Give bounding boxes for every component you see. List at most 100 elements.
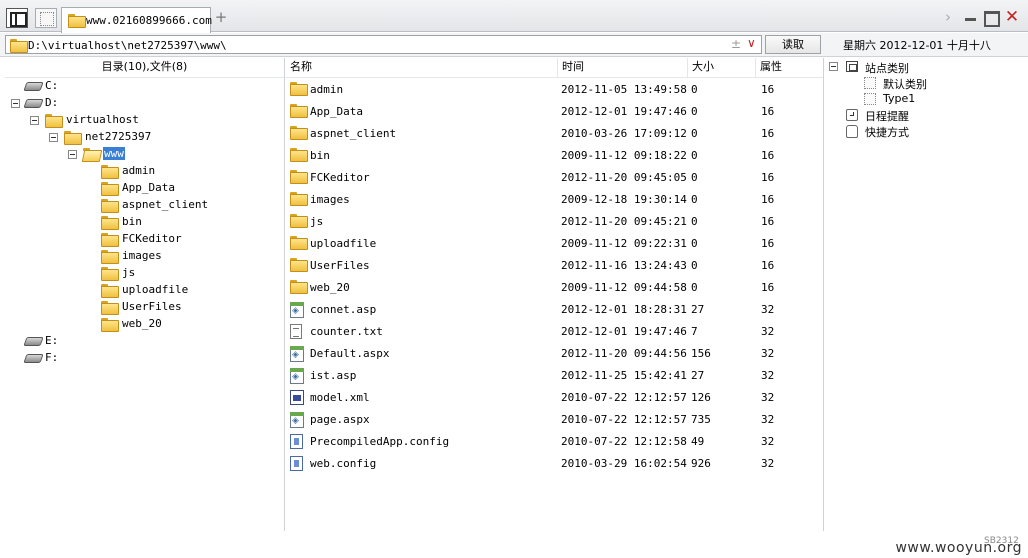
file-name: images	[310, 193, 350, 206]
sidebar-item[interactable]: 日程提醒	[825, 107, 1028, 123]
sidebar-item[interactable]: 默认类别	[825, 75, 1028, 91]
collapse-icon[interactable]	[49, 133, 58, 142]
table-row[interactable]: page.aspx 2010-07-22 12:12:57 735 32	[286, 408, 823, 430]
table-row[interactable]: images 2009-12-18 19:30:14 0 16	[286, 188, 823, 210]
tree-item[interactable]: uploadfile	[5, 282, 285, 299]
tree-item[interactable]: bin	[5, 214, 285, 231]
column-header-name[interactable]: 名称	[286, 58, 558, 78]
file-time: 2009-11-12 09:44:58	[561, 281, 687, 294]
panel-toggle-button[interactable]	[6, 8, 28, 28]
collapse-icon[interactable]	[829, 62, 838, 71]
column-header-time[interactable]: 时间	[558, 58, 688, 78]
file-name: web.config	[310, 457, 377, 470]
close-icon[interactable]: ✕	[1004, 9, 1020, 26]
sidebar-item[interactable]: 站点类别	[825, 59, 1028, 75]
table-row[interactable]: ist.asp 2012-11-25 15:42:41 27 32	[286, 364, 823, 386]
collapse-icon[interactable]	[11, 99, 20, 108]
tree-item-label: App_Data	[122, 181, 175, 194]
maximize-button[interactable]	[983, 9, 1000, 27]
file-size: 7	[691, 325, 698, 338]
blank-tab-icon[interactable]	[35, 8, 57, 28]
tree-item[interactable]: FCKeditor	[5, 231, 285, 248]
table-row[interactable]: uploadfile 2009-11-12 09:22:31 0 16	[286, 232, 823, 254]
asp-file-icon	[290, 412, 304, 428]
directory-pane: 目录(10),文件(8) C: D: virtualhost net2725397 ww…	[5, 58, 285, 531]
table-row[interactable]: FCKeditor 2012-11-20 09:45:05 0 16	[286, 166, 823, 188]
file-time: 2012-11-20 09:45:05	[561, 171, 687, 184]
folder-icon	[45, 114, 63, 128]
new-tab-button[interactable]: +	[214, 10, 228, 25]
file-attr: 16	[761, 193, 775, 206]
table-row[interactable]: aspnet_client 2010-03-26 17:09:12 0 16	[286, 122, 823, 144]
chevron-right-icon[interactable]: ›	[940, 9, 956, 25]
table-row[interactable]: js 2012-11-20 09:45:21 0 16	[286, 210, 823, 232]
tree-item[interactable]: F:	[5, 350, 285, 367]
file-size: 49	[691, 435, 705, 448]
sidebar-item-label: 日程提醒	[865, 110, 909, 123]
table-row[interactable]: web.config 2010-03-29 16:02:54 926 32	[286, 452, 823, 474]
table-row[interactable]: admin 2012-11-05 13:49:58 0 16	[286, 78, 823, 100]
tree-item[interactable]: D:	[5, 95, 285, 112]
file-size: 0	[691, 215, 698, 228]
tree-item[interactable]: images	[5, 248, 285, 265]
tree-item[interactable]: virtualhost	[5, 112, 285, 129]
asp-file-icon	[290, 302, 304, 318]
file-attr: 32	[761, 303, 775, 316]
tree-item-label: bin	[122, 215, 142, 228]
file-attr: 16	[761, 105, 775, 118]
collapse-icon[interactable]	[30, 116, 39, 125]
file-time: 2012-11-25 15:42:41	[561, 369, 687, 382]
plus-minus-icon[interactable]: ±	[731, 37, 741, 51]
tree-item[interactable]: App_Data	[5, 180, 285, 197]
watermark: www.wooyun.org	[895, 540, 1022, 556]
file-time: 2012-12-01 19:47:46	[561, 325, 687, 338]
file-name: UserFiles	[310, 259, 370, 272]
table-row[interactable]: App_Data 2012-12-01 19:47:46 0 16	[286, 100, 823, 122]
file-name: js	[310, 215, 324, 228]
collapse-icon[interactable]	[68, 150, 77, 159]
calendar-icon	[846, 109, 858, 121]
file-size: 0	[691, 127, 698, 140]
tree-item[interactable]: www	[5, 146, 285, 163]
sidebar-item[interactable]: Type1	[825, 91, 1028, 107]
tab-active[interactable]: www.02160899666.com	[61, 7, 212, 33]
file-name: uploadfile	[310, 237, 377, 250]
table-row[interactable]: PrecompiledApp.config 2010-07-22 12:12:58…	[286, 430, 823, 452]
column-header-attr[interactable]: 属性	[756, 58, 824, 78]
table-row[interactable]: web_20 2009-11-12 09:44:58 0 16	[286, 276, 823, 298]
config-file-icon	[290, 456, 303, 471]
folder-icon	[290, 280, 308, 294]
table-row[interactable]: UserFiles 2012-11-16 13:24:43 0 16	[286, 254, 823, 276]
file-size: 926	[691, 457, 711, 470]
sidebar-item[interactable]: 快捷方式	[825, 123, 1028, 139]
xml-file-icon	[290, 390, 304, 405]
chevron-down-icon[interactable]: ∨	[747, 36, 756, 50]
table-row[interactable]: counter.txt 2012-12-01 19:47:46 7 32	[286, 320, 823, 342]
tree-item[interactable]: net2725397	[5, 129, 285, 146]
config-file-icon	[290, 434, 303, 449]
minimize-button[interactable]	[963, 9, 979, 25]
file-time: 2010-03-26 17:09:12	[561, 127, 687, 140]
tree-item[interactable]: admin	[5, 163, 285, 180]
column-header-size[interactable]: 大小	[688, 58, 756, 78]
tree-item[interactable]: aspnet_client	[5, 197, 285, 214]
tree-item[interactable]: UserFiles	[5, 299, 285, 316]
file-attr: 32	[761, 413, 775, 426]
tree-item[interactable]: js	[5, 265, 285, 282]
file-attr: 32	[761, 391, 775, 404]
tree-item[interactable]: E:	[5, 333, 285, 350]
tree-item-label: F:	[45, 351, 59, 364]
path-input[interactable]	[28, 37, 708, 53]
table-row[interactable]: bin 2009-11-12 09:18:22 0 16	[286, 144, 823, 166]
read-button[interactable]: 读取	[765, 35, 821, 54]
tree-item-label: FCKeditor	[122, 232, 182, 245]
folder-open-icon	[83, 148, 99, 160]
table-row[interactable]: model.xml 2010-07-22 12:12:57 126 32	[286, 386, 823, 408]
file-attr: 16	[761, 171, 775, 184]
tree-item[interactable]: web_20	[5, 316, 285, 333]
table-row[interactable]: connet.asp 2012-12-01 18:28:31 27 32	[286, 298, 823, 320]
tree-item[interactable]: C:	[5, 78, 285, 95]
table-row[interactable]: Default.aspx 2012-11-20 09:44:56 156 32	[286, 342, 823, 364]
sidebar-item-label: Type1	[883, 92, 916, 105]
sidebar-pane: 站点类别 默认类别 Type1 日程提醒 快捷方式	[825, 58, 1028, 531]
